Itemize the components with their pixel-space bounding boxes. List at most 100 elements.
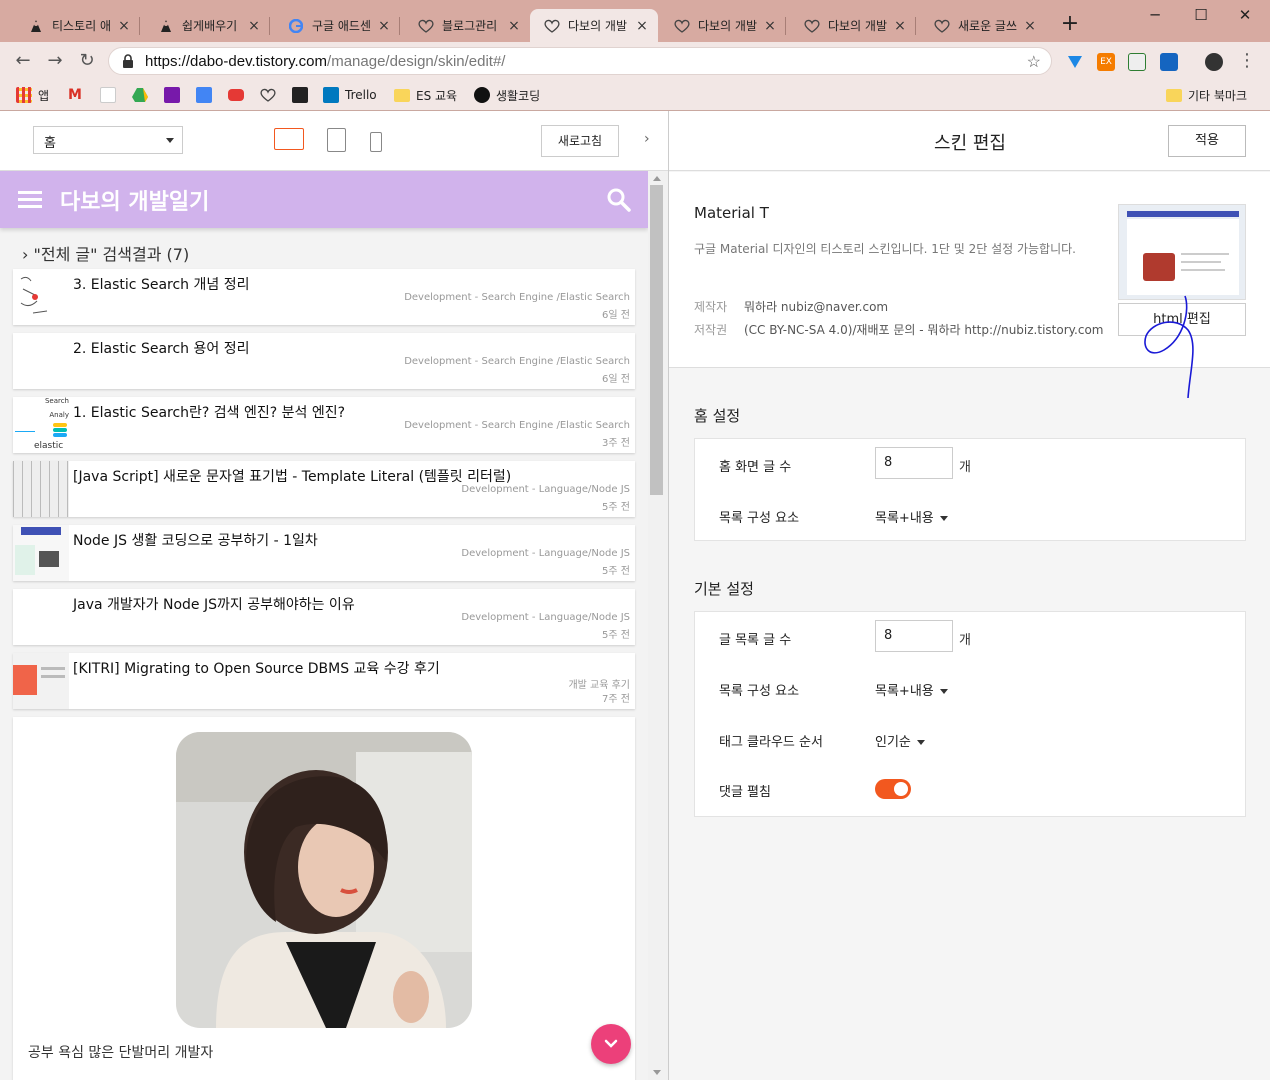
new-tab-button[interactable]: + [1058,13,1082,37]
extension-icon[interactable] [1128,53,1146,71]
close-icon[interactable]: × [892,18,908,34]
menu-icon[interactable]: ⋮ [1236,50,1258,72]
bookmark-translate[interactable] [196,86,218,104]
browser-tab[interactable]: 구글 애드센 × [274,9,400,42]
scrollbar-thumb[interactable] [650,185,663,495]
gmail-icon: M [68,87,82,103]
bookmark-feedly[interactable] [100,86,122,104]
minimize-button[interactable]: ─ [1132,4,1178,28]
post-item[interactable]: 2. Elastic Search 용어 정리 Development - Se… [13,333,635,389]
onenote-icon [164,87,180,103]
extension-icon[interactable] [1066,53,1084,71]
bookmark-trello[interactable]: Trello [323,86,377,104]
browser-tab[interactable]: 티스토리 애 × [14,9,140,42]
caret-down-icon [916,740,925,745]
desktop-view-icon[interactable] [274,128,304,150]
post-count-row: 글 목록 글 수 8 개 [695,612,1247,663]
post-time: 6일 전 [602,374,630,385]
browser-tab[interactable]: 쉽게배우기 × [144,9,270,42]
close-icon[interactable]: × [376,18,392,34]
bookmark-apps[interactable]: 앱 [16,86,49,104]
opentutorials-icon [474,87,490,103]
skin-copyright: 저작권 (CC BY-NC-SA 4.0)/재배포 문의 - 뭐하라 http:/… [694,323,1104,337]
back-button[interactable]: ← [12,50,34,72]
address-bar[interactable]: https://dabo-dev.tistory.com/manage/desi… [108,47,1052,75]
avatar[interactable] [1205,53,1223,71]
home-post-count-row: 홈 화면 글 수 8 개 [695,439,1247,490]
close-icon[interactable]: × [634,18,650,34]
bookmark-es[interactable]: ES 교육 [394,86,457,104]
search-result-label: › "전체 글" 검색결과 (7) [22,245,190,264]
browser-tab[interactable]: 다보의 개발 × [790,9,916,42]
bookmark-star-icon[interactable]: ☆ [1027,52,1041,72]
scroll-down-arrow-icon[interactable] [653,1070,661,1075]
reload-button[interactable]: ↻ [76,50,98,72]
bookmark-gmail[interactable]: M [68,86,82,104]
browser-tab[interactable]: 다보의 개발 × [660,9,786,42]
bookmark-other[interactable]: 기타 북마크 [1166,86,1247,104]
browser-tab-active[interactable]: 다보의 개발 × [530,9,658,42]
home-list-element-dropdown[interactable]: 목록+내용 [875,507,948,526]
extension-icon[interactable]: EX [1097,53,1115,71]
post-title: [KITRI] Migrating to Open Source DBMS 교육… [73,661,440,677]
hamburger-menu-icon[interactable] [18,191,42,209]
close-window-button[interactable]: ✕ [1222,4,1268,28]
preview-toolbar: 홈 새로고침 › [0,111,668,171]
html-edit-button[interactable]: html 편집 [1118,303,1246,336]
blog-title[interactable]: 다보의 개발일기 [60,184,209,216]
post-item[interactable]: Search Analy elastic 1. Elastic Search란?… [13,397,635,453]
browser-tab[interactable]: 블로그관리 × [404,9,530,42]
post-time: 5주 전 [602,502,630,513]
apply-button[interactable]: 적용 [1168,125,1246,157]
bookmark-onenote[interactable] [164,86,186,104]
bookmark-drive[interactable] [132,86,148,104]
mobile-view-icon[interactable] [370,132,382,152]
browser-tab[interactable]: 새로운 글쓰 × [920,9,1046,42]
post-category: Development - Search Engine /Elastic Sea… [404,356,630,367]
extension-icon[interactable] [1160,53,1178,71]
post-item[interactable]: [Java Script] 새로운 문자열 표기법 - Template Lit… [13,461,635,517]
post-category: Development - Language/Node JS [461,484,630,495]
bookmark-heart[interactable] [260,86,276,104]
page-select[interactable]: 홈 [33,126,183,154]
comment-expand-toggle[interactable] [875,779,911,799]
forward-button[interactable]: → [44,50,66,72]
profile-description: 공부 욕심 많은 단발머리 개발자 [28,1045,214,1061]
close-icon[interactable]: × [506,18,522,34]
post-count-input[interactable]: 8 [875,620,953,652]
heart-icon [804,18,820,34]
preview-scrollbar[interactable] [648,171,668,1080]
post-item[interactable]: Java 개발자가 Node JS까지 공부해야하는 이유 Developmen… [13,589,635,645]
tag-order-dropdown[interactable]: 인기순 [875,731,925,750]
heart-icon [934,18,950,34]
post-time: 6일 전 [602,310,630,321]
post-item[interactable]: [KITRI] Migrating to Open Source DBMS 교육… [13,653,635,709]
bookmark-opentutorials[interactable]: 생활코딩 [474,86,540,104]
collapse-panel-icon[interactable]: › [644,131,650,147]
close-icon[interactable]: × [1022,18,1038,34]
close-icon[interactable]: × [116,18,132,34]
post-title: [Java Script] 새로운 문자열 표기법 - Template Lit… [73,469,512,485]
tablet-view-icon[interactable] [327,128,346,152]
close-icon[interactable]: × [246,18,262,34]
close-icon[interactable]: × [762,18,778,34]
post-category: Development - Language/Node JS [461,548,630,559]
maximize-button[interactable]: ☐ [1178,4,1224,28]
profile-card: 공부 욕심 많은 단발머리 개발자 [13,717,635,1080]
post-item[interactable]: Node JS 생활 코딩으로 공부하기 - 1일차 Development -… [13,525,635,581]
list-element-dropdown[interactable]: 목록+내용 [875,680,948,699]
refresh-button[interactable]: 새로고침 [541,125,619,157]
skin-description: 구글 Material 디자인의 티스토리 스킨입니다. 1단 및 2단 설정 … [694,242,1076,256]
scroll-up-arrow-icon[interactable] [653,176,661,181]
home-list-element-row: 목록 구성 요소 목록+내용 [695,490,1247,541]
elastic-logo-icon [53,423,67,437]
search-icon[interactable] [606,187,632,213]
scroll-down-button[interactable] [591,1024,631,1064]
bookmark-youtube[interactable] [228,86,250,104]
bookmark-dark[interactable] [292,86,314,104]
translate-icon [196,87,212,103]
post-title: 1. Elastic Search란? 검색 엔진? 분석 엔진? [73,405,346,421]
post-item[interactable]: 3. Elastic Search 개념 정리 Development - Se… [13,269,635,325]
home-post-count-input[interactable]: 8 [875,447,953,479]
google-icon [288,18,304,34]
